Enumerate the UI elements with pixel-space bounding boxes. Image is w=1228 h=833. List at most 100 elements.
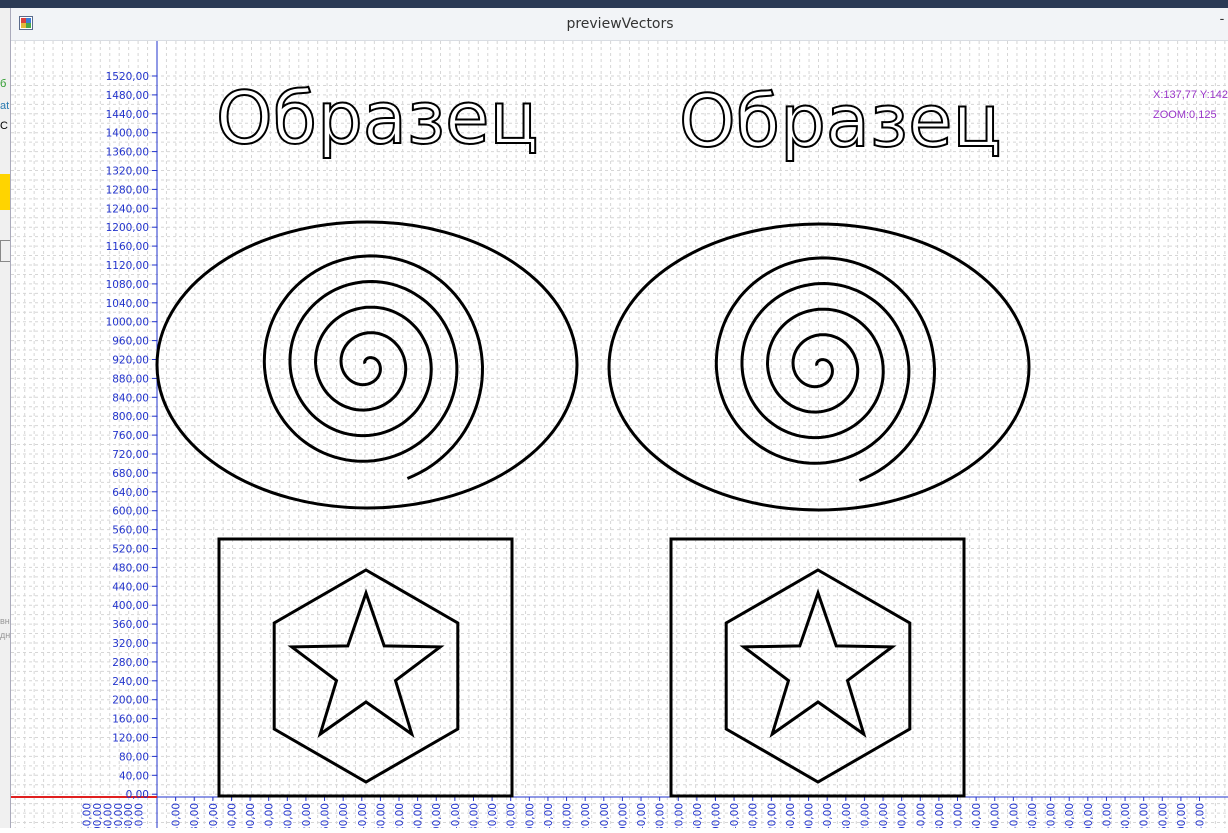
- y-tick-label: 1120,00: [106, 260, 149, 272]
- sample-text-right[interactable]: Образец: [678, 78, 1003, 164]
- x-tick-label: 1520,00: [859, 803, 871, 828]
- x-axis-ticks: -240,00-200,00-160,00-120,00-80,00-40,00…: [82, 797, 1207, 833]
- x-tick-label: 1760,00: [971, 803, 983, 828]
- x-tick-label: 1600,00: [897, 803, 909, 828]
- x-tick-label: 1800,00: [990, 803, 1002, 828]
- x-tick-label: -40,00: [134, 803, 146, 828]
- x-tick-label: 1120,00: [673, 803, 685, 828]
- y-tick-label: 0,00: [126, 789, 149, 801]
- y-tick-label: 1040,00: [106, 298, 149, 310]
- y-axis-ticks: 1520,00 1480,00 1440,00 1400,00 1360,00 1320,…: [106, 71, 157, 801]
- rectangle-left[interactable]: [217, 537, 514, 798]
- x-tick-label: 600,00: [431, 803, 443, 828]
- y-tick-label: 680,00: [112, 468, 149, 480]
- y-tick-label: 400,00: [112, 600, 149, 612]
- x-tick-label: 1720,00: [953, 803, 965, 828]
- x-tick-label: 880,00: [562, 803, 574, 828]
- minimize-button[interactable]: -: [1215, 10, 1228, 30]
- y-tick-label: 840,00: [112, 392, 149, 404]
- x-tick-label: 480,00: [375, 803, 387, 828]
- y-tick-label: 120,00: [112, 733, 149, 745]
- x-tick-label: 80,00: [189, 803, 201, 828]
- title-bar[interactable]: previewVectors -: [11, 8, 1228, 41]
- x-tick-label: 160,00: [226, 803, 238, 828]
- x-tick-label: 1360,00: [785, 803, 797, 828]
- y-tick-label: 560,00: [112, 525, 149, 537]
- y-tick-label: 1400,00: [106, 128, 149, 140]
- y-tick-label: 960,00: [112, 336, 149, 348]
- preview-vectors-window[interactable]: previewVectors - 1520,00 1480,00 1440,00 14…: [5, 8, 1228, 833]
- y-tick-label: 1320,00: [106, 166, 149, 178]
- y-tick-label: 880,00: [112, 373, 149, 385]
- x-tick-label: 2160,00: [1157, 803, 1169, 828]
- y-tick-label: 200,00: [112, 695, 149, 707]
- window-title: previewVectors: [566, 16, 674, 32]
- x-tick-label: 1920,00: [1046, 803, 1058, 828]
- y-tick-label: 1000,00: [106, 317, 149, 329]
- y-tick-label: 640,00: [112, 487, 149, 499]
- x-tick-label: 1680,00: [934, 803, 946, 828]
- y-tick-label: 1440,00: [106, 109, 149, 121]
- grid-lines: [5, 41, 1228, 828]
- x-tick-label: 400,00: [338, 803, 350, 828]
- x-tick-label: 1240,00: [729, 803, 741, 828]
- zoom-level: ZOOM:0,125: [1153, 109, 1217, 121]
- x-tick-label: 2040,00: [1101, 803, 1113, 828]
- y-tick-label: 1520,00: [106, 71, 149, 83]
- x-tick-label: 1400,00: [804, 803, 816, 828]
- x-tick-label: 120,00: [208, 803, 220, 828]
- x-tick-label: 2080,00: [1120, 803, 1132, 828]
- y-tick-label: 600,00: [112, 506, 149, 518]
- behind-text: вн: [0, 616, 10, 626]
- sample-text-left[interactable]: Образец: [215, 75, 540, 161]
- x-tick-label: 1560,00: [878, 803, 890, 828]
- behind-text: б: [0, 78, 7, 90]
- x-tick-label: 1480,00: [841, 803, 853, 828]
- x-tick-label: 960,00: [599, 803, 611, 828]
- x-tick-label: 360,00: [320, 803, 332, 828]
- y-tick-label: 1480,00: [106, 90, 149, 102]
- x-tick-label: 1040,00: [636, 803, 648, 828]
- sample-group-left[interactable]: Образец: [155, 75, 579, 798]
- behind-badge: [0, 174, 10, 210]
- y-tick-label: 80,00: [119, 751, 149, 763]
- y-tick-label: 160,00: [112, 714, 149, 726]
- y-tick-label: 720,00: [112, 449, 149, 461]
- x-tick-label: 2200,00: [1176, 803, 1188, 828]
- y-tick-label: 1080,00: [106, 279, 149, 291]
- x-tick-label: 920,00: [580, 803, 592, 828]
- x-tick-label: 520,00: [394, 803, 406, 828]
- y-tick-label: 480,00: [112, 562, 149, 574]
- hexagon-left[interactable]: [272, 568, 460, 784]
- x-tick-label: 720,00: [487, 803, 499, 828]
- x-tick-label: 240,00: [264, 803, 276, 828]
- y-tick-label: 1200,00: [106, 222, 149, 234]
- y-tick-label: 240,00: [112, 676, 149, 688]
- x-tick-label: 1640,00: [915, 803, 927, 828]
- x-tick-label: 640,00: [450, 803, 462, 828]
- x-tick-label: 1960,00: [1064, 803, 1076, 828]
- y-tick-label: 1240,00: [106, 203, 149, 215]
- x-tick-label: 680,00: [468, 803, 480, 828]
- x-tick-label: 800,00: [524, 803, 536, 828]
- y-tick-label: 1280,00: [106, 184, 149, 196]
- vector-preview-canvas[interactable]: 1520,00 1480,00 1440,00 1400,00 1360,00 1320,…: [5, 41, 1228, 833]
- x-tick-label: 1840,00: [1008, 803, 1020, 828]
- x-tick-label: 760,00: [506, 803, 518, 828]
- x-tick-label: 560,00: [413, 803, 425, 828]
- y-tick-label: 800,00: [112, 411, 149, 423]
- x-tick-label: 40,00: [171, 803, 183, 828]
- y-tick-label: 1160,00: [106, 241, 149, 253]
- x-tick-label: 1280,00: [748, 803, 760, 828]
- y-tick-label: 1360,00: [106, 147, 149, 159]
- plot-surface[interactable]: 1520,00 1480,00 1440,00 1400,00 1360,00 1320,…: [5, 41, 1228, 833]
- x-tick-label: 440,00: [357, 803, 369, 828]
- cursor-coordinates: X:137,77 Y:1420: [1153, 89, 1228, 101]
- y-tick-label: 40,00: [119, 770, 149, 782]
- x-tick-label: 2240,00: [1195, 803, 1207, 828]
- x-tick-label: 2000,00: [1083, 803, 1095, 828]
- x-tick-label: 1880,00: [1027, 803, 1039, 828]
- x-tick-label: 840,00: [543, 803, 555, 828]
- y-tick-label: 760,00: [112, 430, 149, 442]
- y-tick-label: 280,00: [112, 657, 149, 669]
